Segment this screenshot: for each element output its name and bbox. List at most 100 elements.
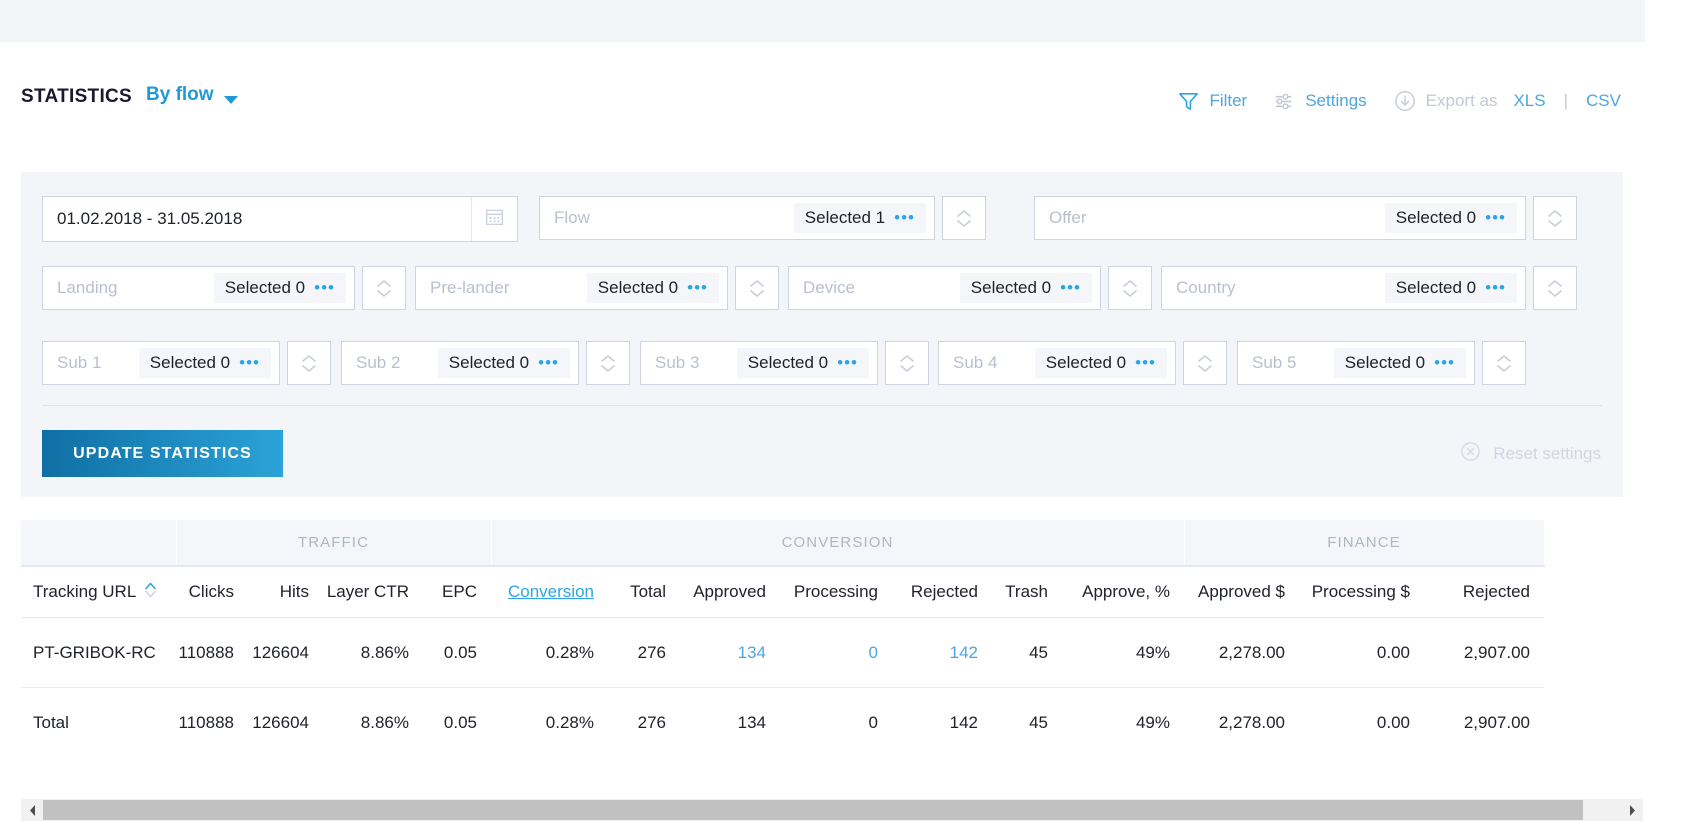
select-device-stepper[interactable]	[1108, 266, 1152, 310]
select-sub-5-stepper[interactable]	[1482, 341, 1526, 385]
export-csv-link[interactable]: CSV	[1586, 91, 1621, 111]
chevron-up-icon[interactable]	[302, 354, 316, 362]
select-offer[interactable]: Offer Selected 0 •••	[1034, 196, 1526, 240]
chevron-down-icon[interactable]	[224, 96, 238, 104]
select-sub-2[interactable]: Sub 2 Selected 0 •••	[341, 341, 579, 385]
select-sub-1[interactable]: Sub 1 Selected 0 •••	[42, 341, 280, 385]
select-flow[interactable]: Flow Selected 1 •••	[539, 196, 935, 240]
select-sub-4-pill[interactable]: Selected 0 •••	[1034, 348, 1167, 378]
ellipsis-icon[interactable]: •••	[894, 209, 915, 226]
date-range-field[interactable]	[42, 196, 518, 242]
col-header-rejected-usd[interactable]: Rejected	[1424, 566, 1544, 618]
chevron-up-icon[interactable]	[377, 279, 391, 287]
col-header-total[interactable]: Total	[608, 566, 680, 618]
select-country[interactable]: Country Selected 0 •••	[1161, 266, 1526, 310]
select-offer-pill[interactable]: Selected 0 •••	[1384, 203, 1517, 233]
col-header-approved-usd[interactable]: Approved $	[1184, 566, 1299, 618]
select-sub-5[interactable]: Sub 5 Selected 0 •••	[1237, 341, 1475, 385]
col-header-rejected[interactable]: Rejected	[892, 566, 992, 618]
export-xls-link[interactable]: XLS	[1513, 91, 1545, 111]
select-sub-1-pill[interactable]: Selected 0 •••	[138, 348, 271, 378]
ellipsis-icon[interactable]: •••	[1485, 209, 1506, 226]
select-sub-3-stepper[interactable]	[885, 341, 929, 385]
chevron-up-icon[interactable]	[601, 354, 615, 362]
link-processing[interactable]: 0	[869, 643, 878, 662]
chevron-down-icon[interactable]	[1548, 289, 1562, 297]
select-sub-1-stepper[interactable]	[287, 341, 331, 385]
scrollbar-track[interactable]	[43, 799, 1621, 821]
chevron-up-icon[interactable]	[1123, 279, 1137, 287]
ellipsis-icon[interactable]: •••	[314, 279, 335, 296]
link-approved[interactable]: 134	[738, 643, 766, 662]
chevron-down-icon[interactable]	[750, 289, 764, 297]
link-rejected[interactable]: 142	[950, 643, 978, 662]
select-country-pill[interactable]: Selected 0 •••	[1384, 273, 1517, 303]
reset-settings-button[interactable]: Reset settings	[1459, 440, 1601, 468]
chevron-down-icon[interactable]	[1123, 289, 1137, 297]
chevron-down-icon[interactable]	[1198, 364, 1212, 372]
horizontal-scrollbar[interactable]	[21, 799, 1643, 821]
ellipsis-icon[interactable]: •••	[837, 354, 858, 371]
chevron-up-icon[interactable]	[1198, 354, 1212, 362]
col-header-tracking-url[interactable]: Tracking URL	[21, 566, 176, 618]
chevron-up-icon[interactable]	[1548, 279, 1562, 287]
col-header-approve-pct[interactable]: Approve, %	[1062, 566, 1184, 618]
settings-button[interactable]: Settings	[1273, 90, 1367, 113]
ellipsis-icon[interactable]: •••	[239, 354, 260, 371]
select-sub-3-pill[interactable]: Selected 0 •••	[736, 348, 869, 378]
select-landing-pill[interactable]: Selected 0 •••	[213, 273, 346, 303]
col-header-hits[interactable]: Hits	[248, 566, 323, 618]
select-flow-stepper[interactable]	[942, 196, 986, 240]
ellipsis-icon[interactable]: •••	[1434, 354, 1455, 371]
col-header-layer-ctr[interactable]: Layer CTR	[323, 566, 423, 618]
select-prelander-stepper[interactable]	[735, 266, 779, 310]
select-sub-2-stepper[interactable]	[586, 341, 630, 385]
select-landing-stepper[interactable]	[362, 266, 406, 310]
select-device[interactable]: Device Selected 0 •••	[788, 266, 1101, 310]
select-sub-4-stepper[interactable]	[1183, 341, 1227, 385]
ellipsis-icon[interactable]: •••	[1485, 279, 1506, 296]
mode-selector-label[interactable]: By flow	[146, 84, 214, 106]
col-header-approved[interactable]: Approved	[680, 566, 780, 618]
ellipsis-icon[interactable]: •••	[1060, 279, 1081, 296]
chevron-down-icon[interactable]	[1497, 364, 1511, 372]
col-header-clicks[interactable]: Clicks	[176, 566, 248, 618]
ellipsis-icon[interactable]: •••	[538, 354, 559, 371]
select-sub-2-pill[interactable]: Selected 0 •••	[437, 348, 570, 378]
filter-button[interactable]: Filter	[1177, 90, 1247, 113]
chevron-up-icon[interactable]	[900, 354, 914, 362]
scroll-right-arrow-icon[interactable]	[1621, 799, 1643, 821]
ellipsis-icon[interactable]: •••	[687, 279, 708, 296]
select-landing[interactable]: Landing Selected 0 •••	[42, 266, 355, 310]
select-device-pill[interactable]: Selected 0 •••	[959, 273, 1092, 303]
col-header-processing-usd[interactable]: Processing $	[1299, 566, 1424, 618]
chevron-up-icon[interactable]	[750, 279, 764, 287]
chevron-down-icon[interactable]	[957, 219, 971, 227]
select-prelander-pill[interactable]: Selected 0 •••	[586, 273, 719, 303]
calendar-button[interactable]	[471, 197, 517, 241]
col-header-conversion[interactable]: Conversion	[491, 566, 608, 618]
select-country-stepper[interactable]	[1533, 266, 1577, 310]
sort-icon[interactable]	[144, 580, 157, 605]
chevron-down-icon[interactable]	[900, 364, 914, 372]
select-prelander[interactable]: Pre-lander Selected 0 •••	[415, 266, 728, 310]
chevron-down-icon[interactable]	[302, 364, 316, 372]
select-sub-5-pill[interactable]: Selected 0 •••	[1333, 348, 1466, 378]
chevron-up-icon[interactable]	[1548, 209, 1562, 217]
update-statistics-button[interactable]: UPDATE STATISTICS	[42, 430, 283, 477]
chevron-down-icon[interactable]	[1548, 219, 1562, 227]
select-flow-pill[interactable]: Selected 1 •••	[793, 203, 926, 233]
chevron-up-icon[interactable]	[1497, 354, 1511, 362]
select-sub-4[interactable]: Sub 4 Selected 0 •••	[938, 341, 1176, 385]
col-header-trash[interactable]: Trash	[992, 566, 1062, 618]
select-sub-3[interactable]: Sub 3 Selected 0 •••	[640, 341, 878, 385]
date-range-input[interactable]	[43, 197, 471, 241]
scrollbar-thumb[interactable]	[43, 800, 1583, 820]
chevron-down-icon[interactable]	[601, 364, 615, 372]
chevron-down-icon[interactable]	[377, 289, 391, 297]
col-header-processing[interactable]: Processing	[780, 566, 892, 618]
select-offer-stepper[interactable]	[1533, 196, 1577, 240]
chevron-up-icon[interactable]	[957, 209, 971, 217]
ellipsis-icon[interactable]: •••	[1135, 354, 1156, 371]
col-header-epc[interactable]: EPC	[423, 566, 491, 618]
